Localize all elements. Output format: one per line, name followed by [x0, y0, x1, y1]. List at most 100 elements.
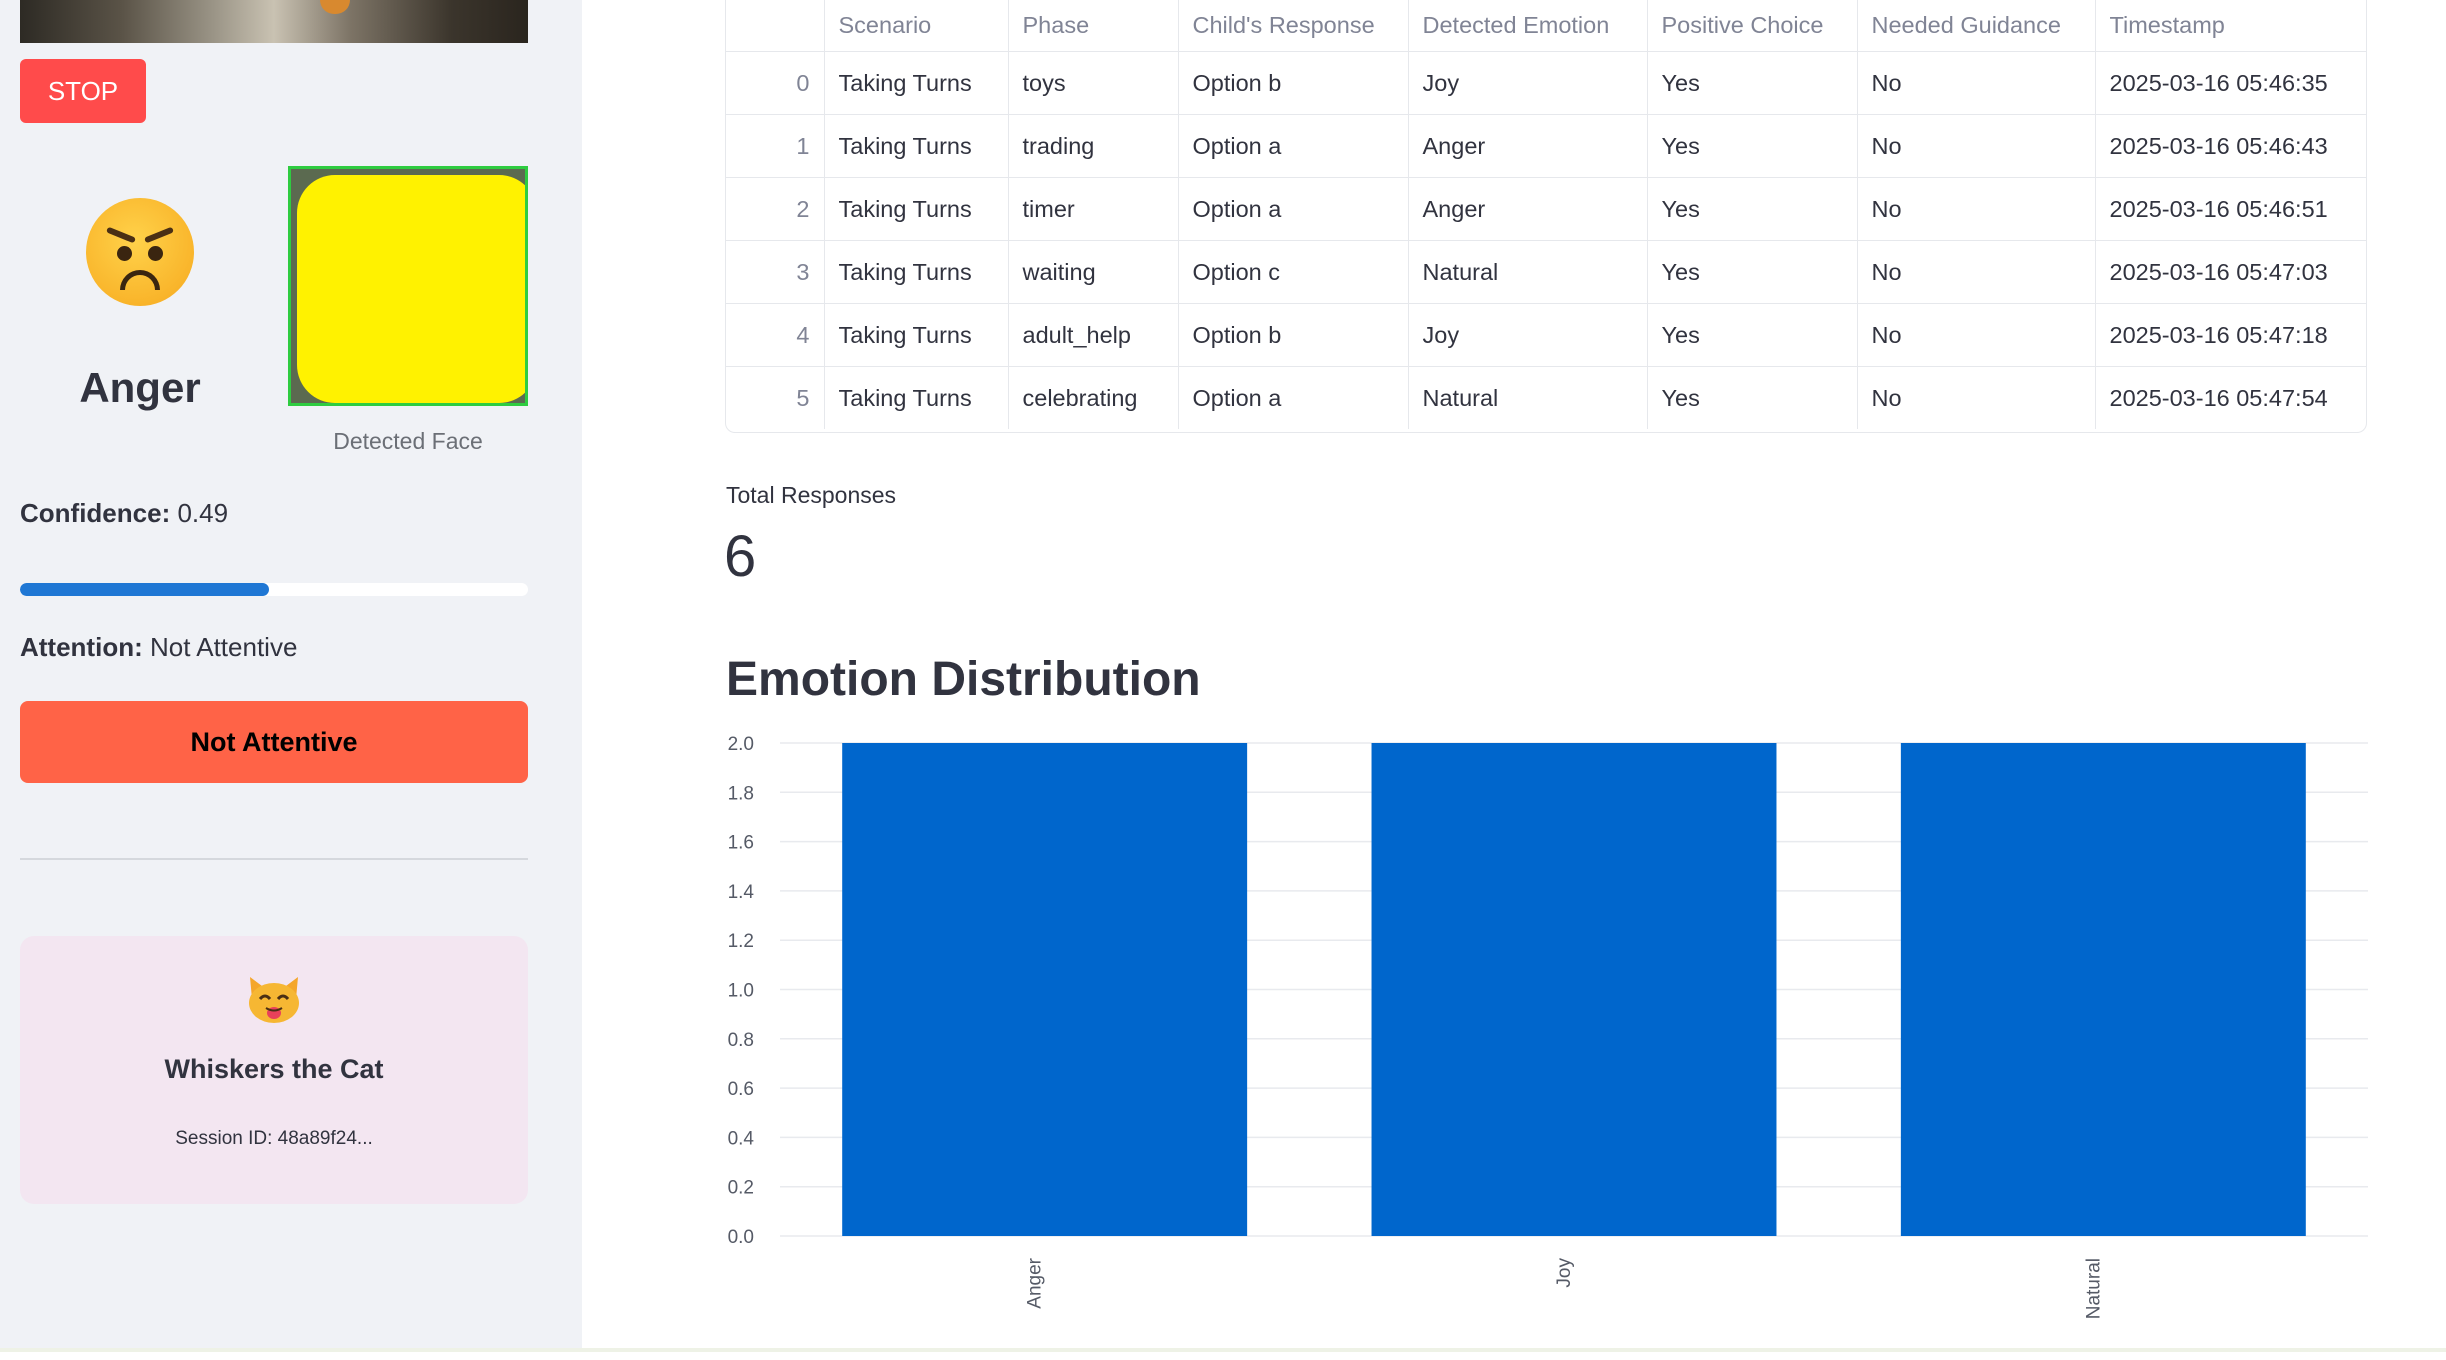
- table-cell: 2025-03-16 05:47:03: [2095, 240, 2366, 304]
- table-cell: Joy: [1408, 303, 1648, 367]
- table-cell: 2025-03-16 05:47:18: [2095, 303, 2366, 367]
- table-cell: Anger: [1408, 177, 1648, 241]
- table-cell: Option b: [1178, 51, 1409, 115]
- table-row[interactable]: 4 Taking Turns adult_help Option b Joy Yes No 2…: [726, 303, 2366, 367]
- y-tick-label: 1.6: [728, 833, 754, 854]
- x-tick-label: Natural: [2083, 1258, 2104, 1319]
- table-cell: Yes: [1647, 366, 1858, 429]
- table-cell: Yes: [1647, 114, 1858, 178]
- confidence-row: Confidence: 0.49: [20, 498, 228, 529]
- responses-table[interactable]: Scenario Phase Child's Response Detected Em…: [725, 0, 2367, 433]
- y-tick-label: 0.8: [728, 1030, 754, 1051]
- table-cell: 2025-03-16 05:47:54: [2109, 384, 2328, 411]
- table-cell: Taking Turns: [824, 177, 1009, 241]
- emotion-distribution-chart[interactable]: 0.0 0.2 0.4 0.6 0.8 1.0 1.2 1.4 1.6 1.8 2.0 Anger Jo…: [700, 730, 2380, 1340]
- table-cell: Option a: [1178, 114, 1409, 178]
- table-cell: 2025-03-16 05:46:51: [2095, 177, 2366, 241]
- table-cell: No: [1857, 51, 2096, 115]
- table-cell: Yes: [1647, 303, 1858, 367]
- table-cell: No: [1857, 240, 2096, 304]
- sidebar: STOP Anger Detected Face Confidence: 0.4…: [0, 0, 582, 1348]
- table-row[interactable]: 0 Taking Turns toys Option b Joy Yes No 2025-03…: [726, 51, 2366, 115]
- table-header-row: Scenario Phase Child's Response Detected Em…: [726, 0, 2366, 52]
- table-cell: No: [1857, 177, 2096, 241]
- y-tick-label: 1.8: [728, 783, 754, 804]
- table-cell: trading: [1008, 114, 1179, 178]
- table-cell: Option c: [1178, 240, 1409, 304]
- table-cell: Taking Turns: [824, 366, 1009, 429]
- total-responses-label: Total Responses: [726, 482, 897, 508]
- table-cell: Option a: [1178, 366, 1409, 429]
- column-header[interactable]: Positive Choice: [1647, 0, 1858, 52]
- y-tick-label: 1.4: [728, 882, 755, 903]
- buddy-name: Whiskers the Cat: [164, 1054, 384, 1084]
- row-index: 4: [726, 303, 825, 367]
- column-header[interactable]: Child's Response: [1178, 0, 1409, 52]
- bar-anger[interactable]: [842, 743, 1248, 1236]
- y-tick-label: 1.2: [728, 931, 754, 952]
- table-cell: No: [1857, 303, 2096, 367]
- row-index: 2: [726, 177, 825, 241]
- table-cell: toys: [1008, 51, 1179, 115]
- table-cell: Taking Turns: [824, 51, 1009, 115]
- table-cell: Yes: [1647, 51, 1858, 115]
- detected-face-caption: Detected Face: [333, 428, 483, 454]
- table-row[interactable]: 3 Taking Turns waiting Option c Natural Yes No…: [726, 240, 2366, 304]
- table-cell: 2025-03-16 05:46:43: [2095, 114, 2366, 178]
- confidence-progress-bar: [20, 583, 528, 596]
- total-responses-value: 6: [724, 524, 757, 589]
- y-tick-label: 0.4: [728, 1128, 755, 1149]
- y-tick-label: 0.2: [728, 1178, 754, 1199]
- page-bottom-edge: [0, 1348, 2446, 1352]
- table-cell: timer: [1008, 177, 1179, 241]
- table-cell: celebrating: [1008, 366, 1179, 429]
- row-index: 0: [726, 51, 825, 115]
- table-cell: No: [1857, 366, 2096, 429]
- row-index: 3: [726, 240, 825, 304]
- table-cell: Anger: [1408, 114, 1648, 178]
- table-cell: Yes: [1647, 177, 1858, 241]
- column-header[interactable]: [726, 0, 825, 52]
- table-cell: 2025-03-16 05:46:35: [2095, 51, 2366, 115]
- sidebar-divider: [20, 858, 528, 860]
- bar-joy[interactable]: [1371, 743, 1777, 1236]
- y-tick-label: 0.0: [728, 1227, 754, 1248]
- table-row[interactable]: 1 Taking Turns trading Option a Anger Yes No 20…: [726, 114, 2366, 178]
- confidence-value: 0.49: [177, 498, 229, 528]
- buddy-card: Whiskers the Cat Session ID: 48a89f24...: [20, 936, 528, 1204]
- table-row[interactable]: 2 Taking Turns timer Option a Anger Yes No 2025…: [726, 177, 2366, 241]
- column-header[interactable]: Detected Emotion: [1408, 0, 1648, 52]
- y-tick-label: 1.0: [728, 981, 754, 1002]
- attention-value: Not Attentive: [149, 632, 298, 662]
- stop-button[interactable]: STOP: [20, 59, 146, 123]
- column-header[interactable]: Phase: [1008, 0, 1179, 52]
- chart-heading: Emotion Distribution: [726, 653, 1201, 706]
- table-cell: adult_help: [1008, 303, 1179, 367]
- y-tick-label: 2.0: [728, 734, 754, 755]
- table-cell: Natural: [1408, 366, 1648, 429]
- table-cell: Yes: [1647, 240, 1858, 304]
- table-cell: Option a: [1178, 177, 1409, 241]
- table-cell: waiting: [1008, 240, 1179, 304]
- attention-label: Attention:: [20, 632, 143, 662]
- column-header[interactable]: Scenario: [824, 0, 1009, 52]
- table-cell: No: [1857, 114, 2096, 178]
- column-header[interactable]: Timestamp: [2095, 0, 2366, 52]
- confidence-progress-fill: [20, 583, 269, 596]
- session-id: Session ID: 48a89f24...: [175, 1128, 373, 1149]
- column-header[interactable]: Needed Guidance: [1857, 0, 2096, 52]
- angry-face-icon: [86, 198, 194, 306]
- table-cell: Option b: [1178, 303, 1409, 367]
- cat-face-icon: [249, 977, 299, 1023]
- table-row[interactable]: 5 Taking Turns celebrating Option a Natural Y…: [726, 366, 2366, 429]
- table-body: 0 Taking Turns toys Option b Joy Yes No 2025-03…: [726, 51, 2366, 429]
- detected-face-image: [288, 166, 528, 406]
- row-index: 1: [726, 114, 825, 178]
- row-index: 5: [726, 366, 825, 429]
- bar-natural[interactable]: [1900, 743, 2306, 1236]
- confidence-label: Confidence:: [20, 498, 171, 528]
- table-cell: Taking Turns: [824, 240, 1009, 304]
- attention-status-banner: Not Attentive: [20, 701, 528, 783]
- table-cell: Natural: [1408, 240, 1648, 304]
- x-tick-label: Anger: [1025, 1257, 1046, 1308]
